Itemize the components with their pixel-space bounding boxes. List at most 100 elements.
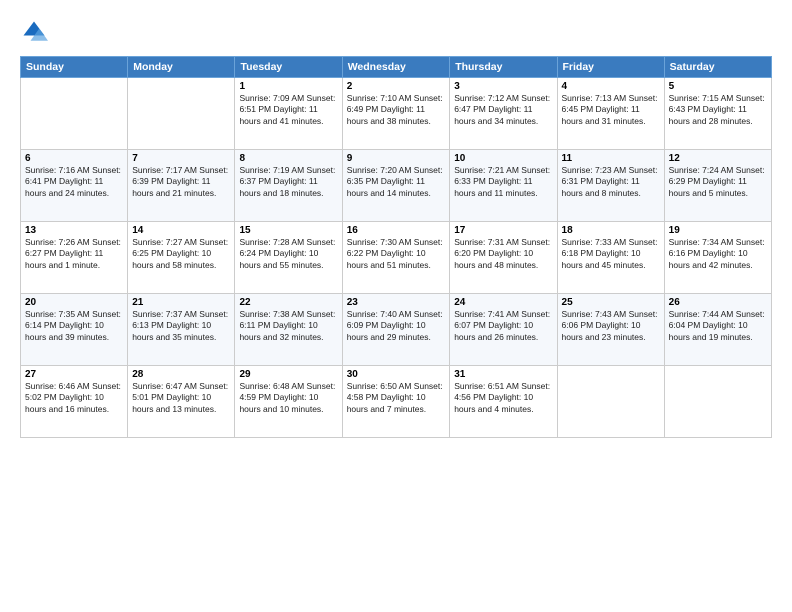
day-cell: 8Sunrise: 7:19 AM Sunset: 6:37 PM Daylig… <box>235 150 342 222</box>
day-info: Sunrise: 7:27 AM Sunset: 6:25 PM Dayligh… <box>132 237 230 271</box>
weekday-header-sunday: Sunday <box>21 57 128 78</box>
day-info: Sunrise: 7:43 AM Sunset: 6:06 PM Dayligh… <box>562 309 660 343</box>
day-cell: 31Sunrise: 6:51 AM Sunset: 4:56 PM Dayli… <box>450 366 557 438</box>
week-row-1: 1Sunrise: 7:09 AM Sunset: 6:51 PM Daylig… <box>21 78 772 150</box>
day-info: Sunrise: 7:44 AM Sunset: 6:04 PM Dayligh… <box>669 309 767 343</box>
day-cell <box>128 78 235 150</box>
day-info: Sunrise: 6:48 AM Sunset: 4:59 PM Dayligh… <box>239 381 337 415</box>
day-cell: 19Sunrise: 7:34 AM Sunset: 6:16 PM Dayli… <box>664 222 771 294</box>
day-cell: 27Sunrise: 6:46 AM Sunset: 5:02 PM Dayli… <box>21 366 128 438</box>
day-info: Sunrise: 7:41 AM Sunset: 6:07 PM Dayligh… <box>454 309 552 343</box>
day-cell: 4Sunrise: 7:13 AM Sunset: 6:45 PM Daylig… <box>557 78 664 150</box>
day-info: Sunrise: 7:16 AM Sunset: 6:41 PM Dayligh… <box>25 165 123 199</box>
day-number: 17 <box>454 225 552 236</box>
day-info: Sunrise: 7:12 AM Sunset: 6:47 PM Dayligh… <box>454 93 552 127</box>
day-info: Sunrise: 7:17 AM Sunset: 6:39 PM Dayligh… <box>132 165 230 199</box>
day-cell: 25Sunrise: 7:43 AM Sunset: 6:06 PM Dayli… <box>557 294 664 366</box>
day-info: Sunrise: 6:46 AM Sunset: 5:02 PM Dayligh… <box>25 381 123 415</box>
day-info: Sunrise: 6:51 AM Sunset: 4:56 PM Dayligh… <box>454 381 552 415</box>
day-number: 9 <box>347 153 445 164</box>
weekday-header-monday: Monday <box>128 57 235 78</box>
day-info: Sunrise: 7:21 AM Sunset: 6:33 PM Dayligh… <box>454 165 552 199</box>
day-info: Sunrise: 7:19 AM Sunset: 6:37 PM Dayligh… <box>239 165 337 199</box>
day-number: 30 <box>347 369 445 380</box>
day-number: 12 <box>669 153 767 164</box>
day-number: 19 <box>669 225 767 236</box>
day-cell: 7Sunrise: 7:17 AM Sunset: 6:39 PM Daylig… <box>128 150 235 222</box>
day-cell: 17Sunrise: 7:31 AM Sunset: 6:20 PM Dayli… <box>450 222 557 294</box>
day-info: Sunrise: 7:38 AM Sunset: 6:11 PM Dayligh… <box>239 309 337 343</box>
day-info: Sunrise: 7:30 AM Sunset: 6:22 PM Dayligh… <box>347 237 445 271</box>
calendar: SundayMondayTuesdayWednesdayThursdayFrid… <box>20 56 772 438</box>
logo <box>20 18 52 46</box>
day-number: 4 <box>562 81 660 92</box>
day-number: 8 <box>239 153 337 164</box>
day-number: 29 <box>239 369 337 380</box>
day-cell: 16Sunrise: 7:30 AM Sunset: 6:22 PM Dayli… <box>342 222 449 294</box>
day-number: 5 <box>669 81 767 92</box>
day-cell: 12Sunrise: 7:24 AM Sunset: 6:29 PM Dayli… <box>664 150 771 222</box>
day-info: Sunrise: 7:33 AM Sunset: 6:18 PM Dayligh… <box>562 237 660 271</box>
day-cell: 23Sunrise: 7:40 AM Sunset: 6:09 PM Dayli… <box>342 294 449 366</box>
day-cell <box>557 366 664 438</box>
day-cell: 30Sunrise: 6:50 AM Sunset: 4:58 PM Dayli… <box>342 366 449 438</box>
day-info: Sunrise: 7:09 AM Sunset: 6:51 PM Dayligh… <box>239 93 337 127</box>
day-cell: 1Sunrise: 7:09 AM Sunset: 6:51 PM Daylig… <box>235 78 342 150</box>
day-info: Sunrise: 7:31 AM Sunset: 6:20 PM Dayligh… <box>454 237 552 271</box>
day-number: 18 <box>562 225 660 236</box>
day-cell: 6Sunrise: 7:16 AM Sunset: 6:41 PM Daylig… <box>21 150 128 222</box>
header <box>20 18 772 46</box>
day-info: Sunrise: 7:24 AM Sunset: 6:29 PM Dayligh… <box>669 165 767 199</box>
weekday-header-tuesday: Tuesday <box>235 57 342 78</box>
day-number: 28 <box>132 369 230 380</box>
day-cell: 20Sunrise: 7:35 AM Sunset: 6:14 PM Dayli… <box>21 294 128 366</box>
logo-icon <box>20 18 48 46</box>
day-cell: 26Sunrise: 7:44 AM Sunset: 6:04 PM Dayli… <box>664 294 771 366</box>
weekday-header-friday: Friday <box>557 57 664 78</box>
day-info: Sunrise: 7:35 AM Sunset: 6:14 PM Dayligh… <box>25 309 123 343</box>
page: SundayMondayTuesdayWednesdayThursdayFrid… <box>0 0 792 612</box>
day-cell: 21Sunrise: 7:37 AM Sunset: 6:13 PM Dayli… <box>128 294 235 366</box>
day-cell: 22Sunrise: 7:38 AM Sunset: 6:11 PM Dayli… <box>235 294 342 366</box>
day-cell: 18Sunrise: 7:33 AM Sunset: 6:18 PM Dayli… <box>557 222 664 294</box>
week-row-5: 27Sunrise: 6:46 AM Sunset: 5:02 PM Dayli… <box>21 366 772 438</box>
day-info: Sunrise: 7:23 AM Sunset: 6:31 PM Dayligh… <box>562 165 660 199</box>
day-cell: 29Sunrise: 6:48 AM Sunset: 4:59 PM Dayli… <box>235 366 342 438</box>
day-info: Sunrise: 7:34 AM Sunset: 6:16 PM Dayligh… <box>669 237 767 271</box>
day-number: 25 <box>562 297 660 308</box>
day-cell: 15Sunrise: 7:28 AM Sunset: 6:24 PM Dayli… <box>235 222 342 294</box>
day-cell: 11Sunrise: 7:23 AM Sunset: 6:31 PM Dayli… <box>557 150 664 222</box>
day-number: 26 <box>669 297 767 308</box>
day-number: 24 <box>454 297 552 308</box>
weekday-header-thursday: Thursday <box>450 57 557 78</box>
day-number: 14 <box>132 225 230 236</box>
day-cell: 10Sunrise: 7:21 AM Sunset: 6:33 PM Dayli… <box>450 150 557 222</box>
day-number: 6 <box>25 153 123 164</box>
day-info: Sunrise: 7:40 AM Sunset: 6:09 PM Dayligh… <box>347 309 445 343</box>
day-cell: 9Sunrise: 7:20 AM Sunset: 6:35 PM Daylig… <box>342 150 449 222</box>
day-cell: 2Sunrise: 7:10 AM Sunset: 6:49 PM Daylig… <box>342 78 449 150</box>
weekday-header-wednesday: Wednesday <box>342 57 449 78</box>
day-info: Sunrise: 7:37 AM Sunset: 6:13 PM Dayligh… <box>132 309 230 343</box>
day-cell: 24Sunrise: 7:41 AM Sunset: 6:07 PM Dayli… <box>450 294 557 366</box>
weekday-header-saturday: Saturday <box>664 57 771 78</box>
day-info: Sunrise: 6:47 AM Sunset: 5:01 PM Dayligh… <box>132 381 230 415</box>
day-cell: 28Sunrise: 6:47 AM Sunset: 5:01 PM Dayli… <box>128 366 235 438</box>
day-info: Sunrise: 7:28 AM Sunset: 6:24 PM Dayligh… <box>239 237 337 271</box>
week-row-4: 20Sunrise: 7:35 AM Sunset: 6:14 PM Dayli… <box>21 294 772 366</box>
day-number: 11 <box>562 153 660 164</box>
day-info: Sunrise: 7:15 AM Sunset: 6:43 PM Dayligh… <box>669 93 767 127</box>
day-number: 1 <box>239 81 337 92</box>
day-number: 31 <box>454 369 552 380</box>
week-row-3: 13Sunrise: 7:26 AM Sunset: 6:27 PM Dayli… <box>21 222 772 294</box>
day-number: 15 <box>239 225 337 236</box>
day-number: 13 <box>25 225 123 236</box>
day-number: 27 <box>25 369 123 380</box>
day-number: 23 <box>347 297 445 308</box>
day-info: Sunrise: 7:13 AM Sunset: 6:45 PM Dayligh… <box>562 93 660 127</box>
day-number: 3 <box>454 81 552 92</box>
day-cell: 5Sunrise: 7:15 AM Sunset: 6:43 PM Daylig… <box>664 78 771 150</box>
day-number: 22 <box>239 297 337 308</box>
day-cell: 3Sunrise: 7:12 AM Sunset: 6:47 PM Daylig… <box>450 78 557 150</box>
day-cell <box>21 78 128 150</box>
